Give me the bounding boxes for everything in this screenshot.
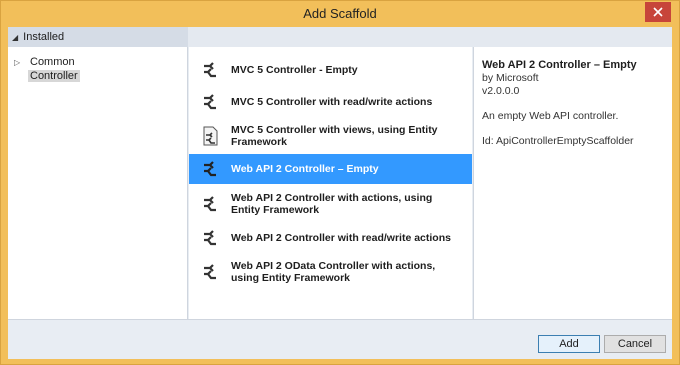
controller-icon bbox=[189, 160, 231, 178]
template-item-mvc5-readwrite[interactable]: MVC 5 Controller with read/write actions bbox=[189, 87, 472, 117]
header-bar: ◢ Installed bbox=[8, 27, 672, 47]
template-label: Web API 2 Controller with read/write act… bbox=[231, 232, 451, 244]
cancel-button[interactable]: Cancel bbox=[604, 335, 666, 353]
tree-item-controller[interactable]: Controller bbox=[14, 69, 80, 83]
controller-icon bbox=[189, 93, 231, 111]
button-bar: Add Cancel bbox=[8, 319, 672, 359]
controller-icon bbox=[189, 195, 231, 213]
details-version: v2.0.0.0 bbox=[482, 85, 520, 97]
installed-header[interactable]: ◢ Installed bbox=[8, 27, 188, 47]
details-panel: Web API 2 Controller – Empty by Microsof… bbox=[473, 47, 672, 319]
template-label: MVC 5 Controller - Empty bbox=[231, 64, 358, 76]
dialog-body: ◢ Installed ▷ Common Controller MVC 5 Co… bbox=[8, 27, 672, 359]
template-item-mvc5-empty[interactable]: MVC 5 Controller - Empty bbox=[189, 55, 472, 85]
template-item-webapi2-actions-ef[interactable]: Web API 2 Controller with actions, using… bbox=[189, 187, 472, 221]
template-item-webapi2-readwrite[interactable]: Web API 2 Controller with read/write act… bbox=[189, 223, 472, 253]
template-label: Web API 2 Controller with actions, using… bbox=[231, 192, 433, 216]
template-item-webapi2-empty[interactable]: Web API 2 Controller – Empty bbox=[189, 154, 472, 184]
tree-item-label: Controller bbox=[28, 70, 80, 82]
template-item-mvc5-views-ef[interactable]: MVC 5 Controller with views, using Entit… bbox=[189, 119, 472, 153]
add-button[interactable]: Add bbox=[538, 335, 600, 353]
details-title: Web API 2 Controller – Empty bbox=[482, 59, 637, 71]
details-author: by Microsoft bbox=[482, 72, 539, 84]
controller-icon bbox=[189, 229, 231, 247]
close-button[interactable] bbox=[645, 2, 671, 22]
controller-icon bbox=[189, 263, 231, 281]
details-description: An empty Web API controller. bbox=[482, 110, 619, 122]
template-item-webapi2-odata-ef[interactable]: Web API 2 OData Controller with actions,… bbox=[189, 255, 472, 289]
tree-item-label: Common bbox=[30, 56, 75, 68]
window-title: Add Scaffold bbox=[303, 6, 377, 21]
expand-icon[interactable]: ▷ bbox=[14, 58, 28, 67]
category-tree: ▷ Common Controller bbox=[8, 47, 188, 319]
title-bar[interactable]: Add Scaffold bbox=[1, 1, 679, 25]
close-icon bbox=[653, 7, 663, 17]
template-label: Web API 2 Controller – Empty bbox=[231, 163, 379, 175]
details-id: Id: ApiControllerEmptyScaffolder bbox=[482, 135, 634, 147]
template-label: Web API 2 OData Controller with actions,… bbox=[231, 260, 436, 284]
template-label: MVC 5 Controller with views, using Entit… bbox=[231, 124, 438, 148]
collapse-icon: ◢ bbox=[12, 32, 19, 42]
add-scaffold-dialog: Add Scaffold ◢ Installed ▷ Common Contro… bbox=[0, 0, 680, 365]
controller-views-icon bbox=[189, 126, 231, 146]
template-label: MVC 5 Controller with read/write actions bbox=[231, 96, 433, 108]
template-list: MVC 5 Controller - Empty MVC 5 Controlle… bbox=[189, 47, 472, 319]
controller-icon bbox=[189, 61, 231, 79]
installed-label: Installed bbox=[23, 31, 65, 43]
tree-item-common[interactable]: ▷ Common bbox=[14, 55, 77, 69]
